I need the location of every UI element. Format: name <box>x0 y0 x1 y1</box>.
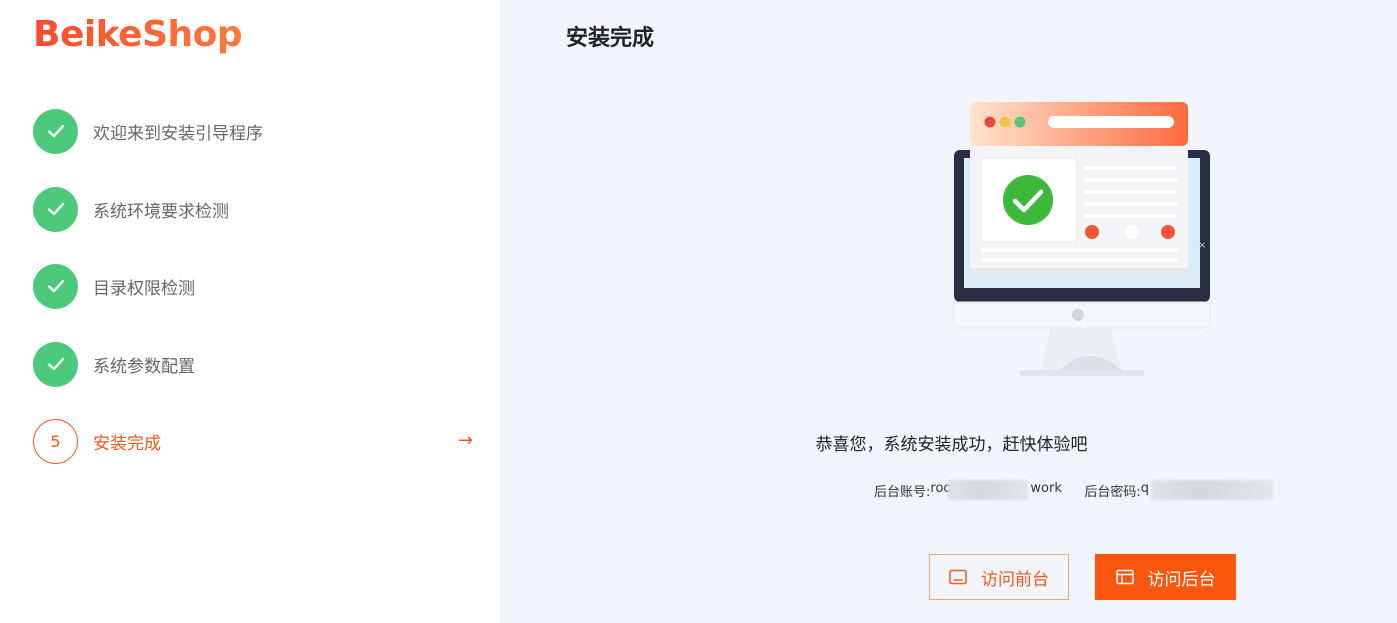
check-icon <box>33 263 78 309</box>
step-label: 安装完成 <box>93 433 161 454</box>
admin-credentials: 后台账号: root work 后台密码: q <box>874 480 1273 500</box>
step-complete[interactable]: 5 安装完成 → <box>33 418 473 464</box>
check-icon <box>33 108 78 154</box>
visit-frontend-label: 访问前台 <box>981 569 1049 590</box>
account-label: 后台账号: <box>874 484 931 500</box>
check-icon <box>33 186 78 232</box>
main-content: 安装完成 × 恭喜您，系统安装成功，赶快体验吧 后台账号: root work … <box>500 0 1397 623</box>
check-icon <box>33 341 78 387</box>
password-label: 后台密码: <box>1084 484 1141 500</box>
storefront-icon <box>949 569 967 585</box>
installer-app: BeikeShop 欢迎来到安装引导程序 系统环境要求检测 目录权限检测 系统参… <box>0 0 1397 623</box>
step-label: 系统环境要求检测 <box>93 201 229 222</box>
account-value: root work <box>930 480 1062 500</box>
brand-logo: BeikeShop <box>33 14 243 55</box>
step-label: 目录权限检测 <box>93 278 195 299</box>
step-environment-check: 系统环境要求检测 <box>33 186 473 232</box>
step-welcome: 欢迎来到安装引导程序 <box>33 108 473 154</box>
redacted-mask <box>1150 480 1273 500</box>
dashboard-icon <box>1115 569 1134 585</box>
visit-frontend-button[interactable]: 访问前台 <box>929 554 1069 600</box>
admin-password: 后台密码: q <box>1084 480 1273 500</box>
arrow-right-icon: → <box>457 430 473 451</box>
success-message: 恭喜您，系统安装成功，赶快体验吧 <box>500 430 1397 455</box>
step-system-config: 系统参数配置 <box>33 341 473 387</box>
step-number: 5 <box>33 418 78 464</box>
success-message-text: 恭喜您，系统安装成功，赶快体验吧 <box>815 435 1088 455</box>
step-label: 欢迎来到安装引导程序 <box>93 123 263 144</box>
step-label: 系统参数配置 <box>93 356 195 377</box>
step-permission-check: 目录权限检测 <box>33 263 473 309</box>
sidebar: BeikeShop 欢迎来到安装引导程序 系统环境要求检测 目录权限检测 系统参… <box>0 0 500 623</box>
admin-account: 后台账号: root work <box>874 480 1062 500</box>
visit-admin-label: 访问后台 <box>1147 569 1216 590</box>
visit-admin-button[interactable]: 访问后台 <box>1095 554 1236 600</box>
computer-success-illustration: × <box>950 98 1220 382</box>
page-title: 安装完成 <box>566 26 655 51</box>
svg-text:×: × <box>1198 240 1206 251</box>
redacted-mask <box>948 480 1029 500</box>
password-value: q <box>1141 480 1273 500</box>
